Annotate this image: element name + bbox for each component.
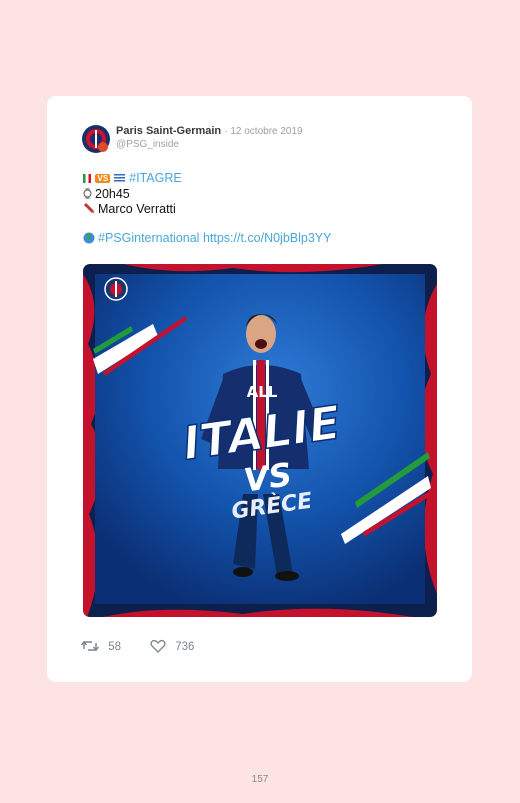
poster-graphic: ALL ITALIE VS GRÈCE [83, 264, 437, 617]
greece-flag-icon [113, 174, 125, 183]
match-poster-image[interactable]: ALL ITALIE VS GRÈCE [83, 264, 437, 617]
like-count: 736 [175, 641, 195, 653]
page-number: 157 [251, 774, 269, 785]
author-handle[interactable]: @PSG_inside [116, 139, 179, 150]
like-button[interactable]: 736 [150, 639, 194, 653]
tweet-line-player: Marco Verratti [83, 202, 176, 216]
tweet-link[interactable]: https://t.co/N0jbBlp3YY [203, 231, 332, 245]
psg-avatar[interactable] [81, 124, 111, 154]
watch-icon [83, 188, 92, 199]
vs-badge: VS [95, 174, 111, 183]
retweet-count: 58 [108, 641, 121, 653]
tweet-card: Paris Saint-Germain · 12 octobre 2019 @P… [47, 96, 472, 682]
italy-flag-icon [83, 174, 91, 183]
player-name: Marco Verratti [98, 202, 176, 216]
globe-icon [83, 232, 95, 244]
match-time: 20h45 [95, 187, 130, 201]
tweet-author[interactable]: Paris Saint-Germain · 12 octobre 2019 [116, 125, 303, 137]
retweet-icon [80, 640, 100, 652]
heart-icon [150, 639, 166, 653]
tweet-date[interactable]: · 12 octobre 2019 [224, 126, 302, 137]
syringe-icon [83, 202, 95, 214]
shirt-sponsor-text: ALL [247, 383, 278, 401]
tweet-line-match: VS #ITAGRE [83, 171, 182, 185]
tweet-line-links: #PSGinternational https://t.co/N0jbBlp3Y… [83, 231, 331, 245]
tweet-line-time: 20h45 [83, 187, 130, 201]
hashtag-psginternational[interactable]: #PSGinternational [98, 231, 199, 245]
hashtag-itagre[interactable]: #ITAGRE [129, 171, 182, 185]
retweet-button[interactable]: 58 [80, 639, 121, 653]
author-name[interactable]: Paris Saint-Germain [116, 125, 221, 137]
